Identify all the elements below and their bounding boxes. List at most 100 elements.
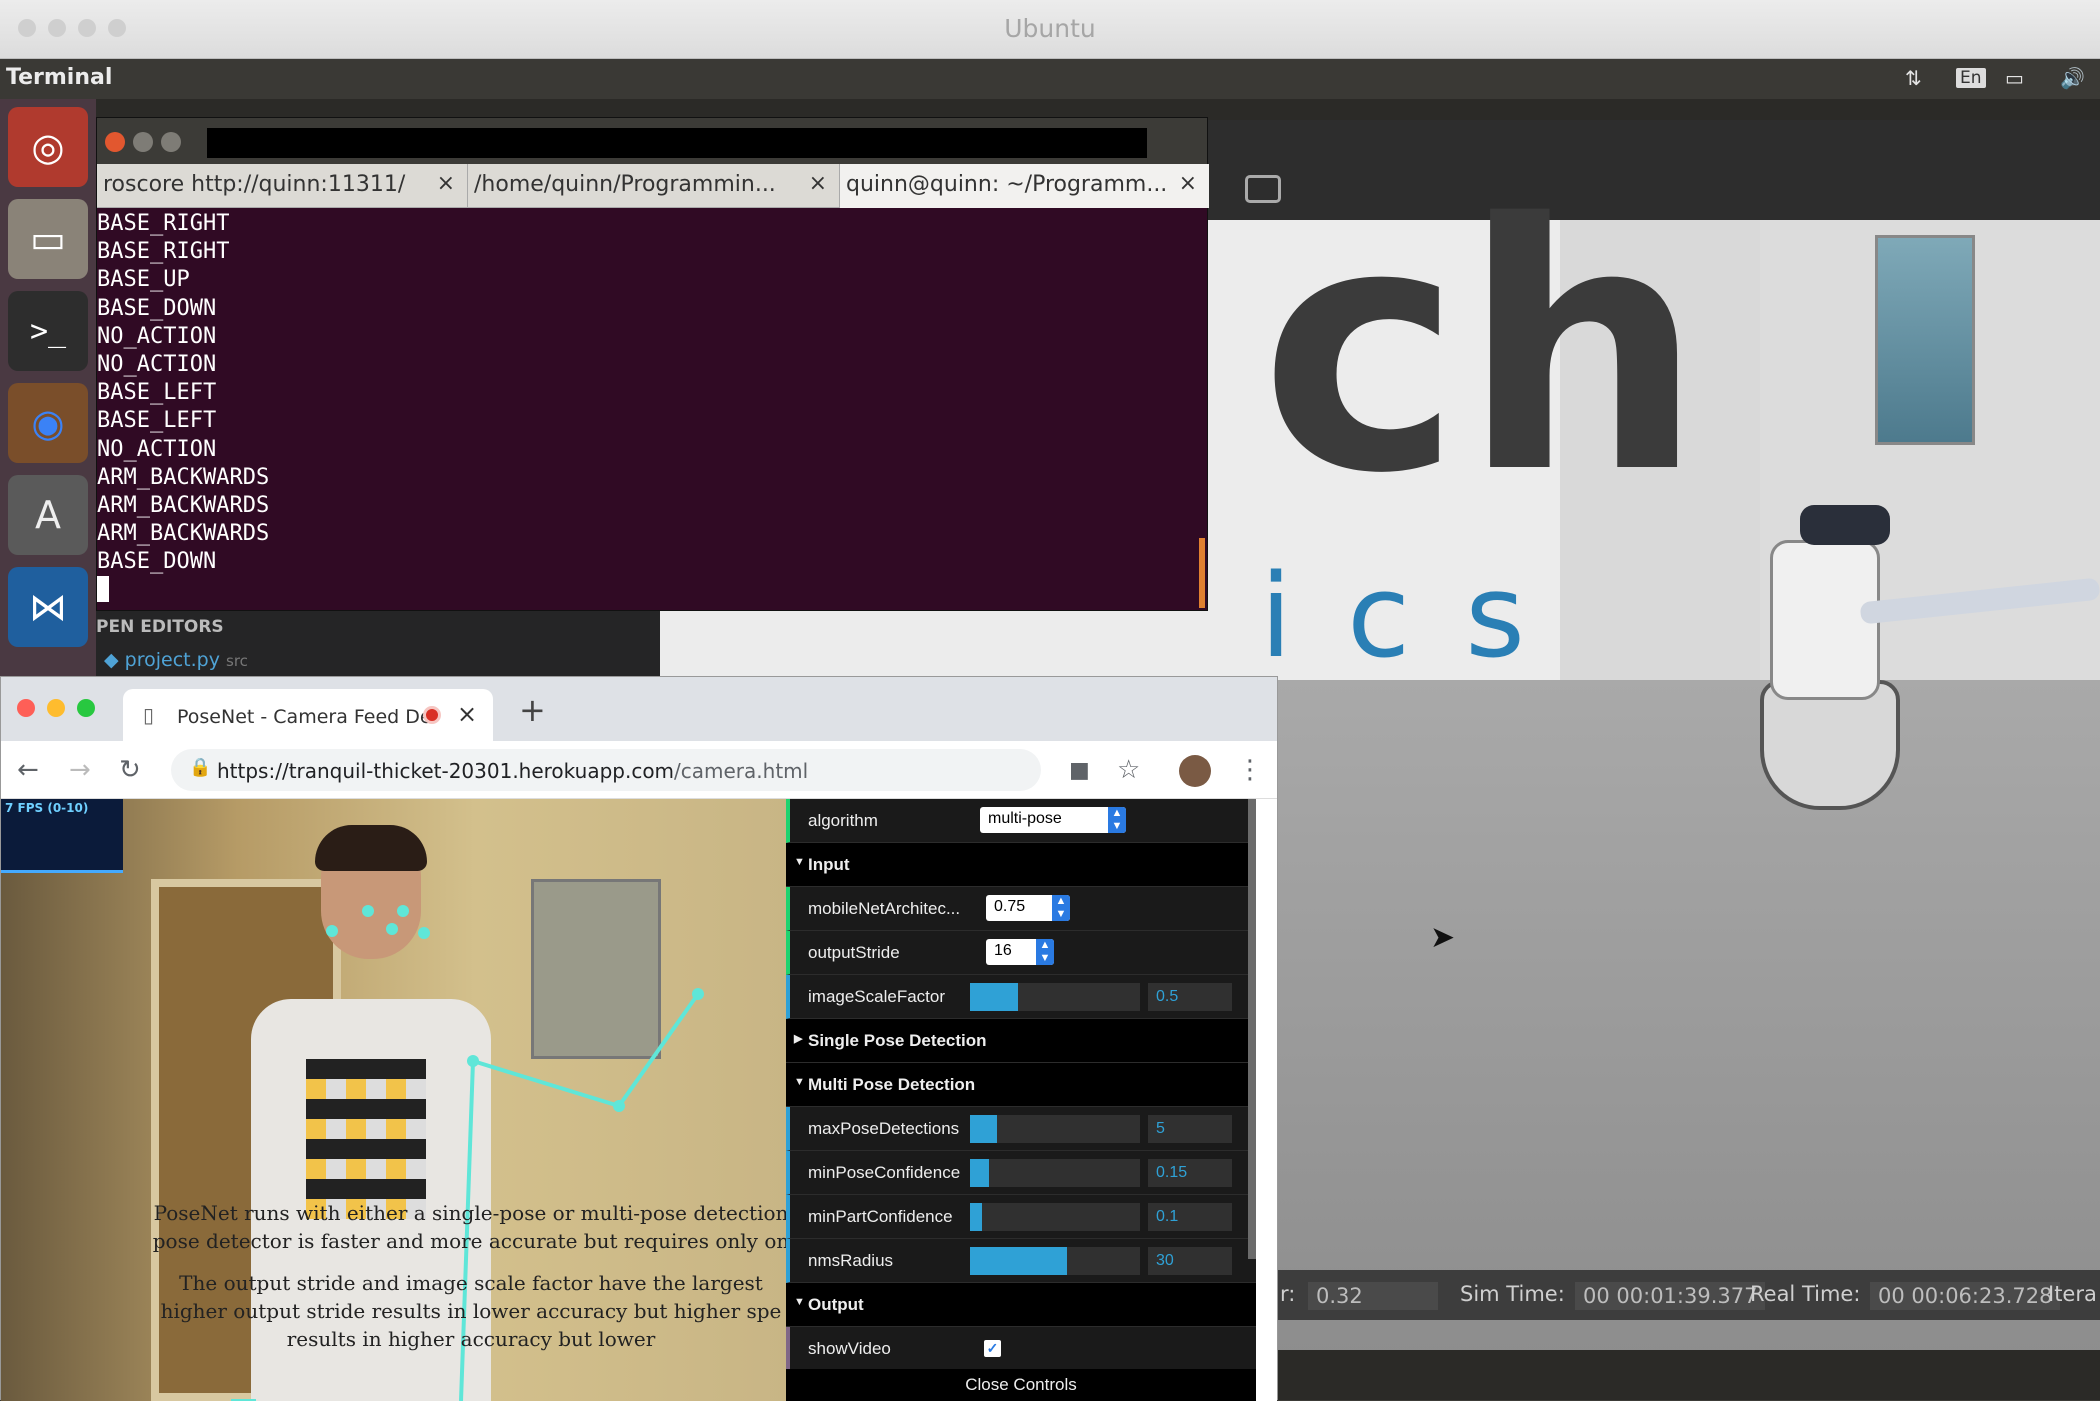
profile-avatar[interactable] — [1179, 755, 1211, 787]
mobilenet-value: 0.75 — [994, 898, 1026, 915]
forward-arrow-icon[interactable]: → — [69, 755, 91, 785]
iterations-label: Itera — [2048, 1282, 2097, 1306]
show-video-checkbox[interactable]: ✓ — [984, 1340, 1001, 1357]
robot-head — [1800, 505, 1890, 545]
terminal-window[interactable]: roscore http://quinn:11311/ × /home/quin… — [96, 117, 1209, 611]
folder-input-label: Input — [808, 855, 850, 874]
slider-fill — [970, 1115, 998, 1143]
slider-fill — [970, 1159, 989, 1187]
max-pose-slider[interactable] — [970, 1115, 1140, 1143]
max-pose-input[interactable]: 5 — [1148, 1115, 1232, 1143]
image-scale-input[interactable]: 0.5 — [1148, 983, 1232, 1011]
terminal-scrollbar[interactable] — [1199, 538, 1205, 608]
chrome-toolbar: ← → ↻ 🔒 https://tranquil-thicket-20301.h… — [1, 741, 1277, 799]
terminal-line: ARM_BACKWARDS — [97, 492, 270, 518]
mobilenet-select[interactable]: 0.75 ▲ ▼ — [986, 895, 1070, 921]
image-scale-row: imageScaleFactor 0.5 — [786, 975, 1256, 1019]
sim-time-value: 00 00:01:39.377 — [1575, 1282, 1766, 1310]
real-time-value: 00 00:06:23.728 — [1870, 1282, 2061, 1310]
select-arrows-icon: ▲ ▼ — [1036, 939, 1054, 965]
open-editor-item[interactable]: ◆ project.py src — [104, 649, 248, 671]
terminal-tab-home[interactable]: /home/quinn/Programmin... × — [467, 164, 839, 208]
nms-radius-input[interactable]: 30 — [1148, 1247, 1232, 1275]
algorithm-value: multi-pose — [988, 810, 1062, 827]
text-cursor — [97, 576, 109, 603]
terminal-minimize-button[interactable] — [133, 132, 153, 152]
address-bar[interactable]: 🔒 https://tranquil-thicket-20301.herokua… — [171, 749, 1041, 791]
keyboard-language-indicator[interactable]: En — [1956, 68, 1986, 88]
terminal-line: NO_ACTION — [97, 351, 217, 377]
folder-multi-pose[interactable]: ▼ Multi Pose Detection — [786, 1063, 1256, 1107]
algorithm-label: algorithm — [808, 811, 878, 830]
back-arrow-icon[interactable]: ← — [17, 755, 39, 785]
folder-multi-label: Multi Pose Detection — [808, 1075, 976, 1094]
chrome-minimize-button[interactable] — [47, 699, 65, 717]
min-pose-conf-input[interactable]: 0.15 — [1148, 1159, 1232, 1187]
software-updater-icon[interactable]: A — [8, 475, 88, 555]
new-tab-button[interactable]: + — [519, 691, 546, 729]
tab-label: /home/quinn/Programmin... — [474, 172, 776, 197]
show-video-row: showVideo ✓ — [786, 1327, 1256, 1371]
battery-icon[interactable]: ▭ — [2005, 66, 2024, 90]
folder-input[interactable]: ▼ Input — [786, 843, 1256, 887]
vscode-icon[interactable]: ⋈ — [8, 567, 88, 647]
terminal-tab-roscore[interactable]: roscore http://quinn:11311/ × — [97, 164, 467, 208]
chrome-tab-title: PoseNet - Camera Feed De — [177, 706, 432, 728]
terminal-icon[interactable]: >_ — [8, 291, 88, 371]
terminal-tab-active[interactable]: quinn@quinn: ~/Programm... × — [839, 164, 1209, 208]
description-line: pose detector is faster and more accurat… — [152, 1229, 790, 1253]
close-tab-icon[interactable]: × — [809, 171, 827, 196]
url-host: https://tranquil-thicket-20301.herokuapp… — [217, 759, 675, 783]
network-icon[interactable]: ⇅ — [1905, 66, 1922, 90]
terminal-close-button[interactable] — [105, 132, 125, 152]
algorithm-row: algorithm multi-pose ▲ ▼ — [786, 799, 1256, 843]
chrome-zoom-button[interactable] — [77, 699, 95, 717]
terminal-line: ARM_BACKWARDS — [97, 464, 270, 490]
camera-in-use-icon[interactable]: ■ — [1069, 758, 1090, 783]
algorithm-select[interactable]: multi-pose ▲ ▼ — [980, 807, 1126, 833]
output-stride-row: outputStride 16 ▲ ▼ — [786, 931, 1256, 975]
open-editor-path: src — [226, 652, 248, 670]
chrome-icon[interactable]: ◉ — [8, 383, 88, 463]
min-pose-conf-slider[interactable] — [970, 1159, 1140, 1187]
chrome-tab-posenet[interactable]: ▯ PoseNet - Camera Feed De × — [123, 689, 493, 741]
lock-icon: 🔒 — [189, 757, 212, 778]
chrome-close-button[interactable] — [17, 699, 35, 717]
skeleton-limb — [617, 992, 700, 1108]
file-manager-icon[interactable]: ▭ — [8, 199, 88, 279]
min-part-conf-row: minPartConfidence 0.1 — [786, 1195, 1256, 1239]
controls-scrollbar[interactable] — [1248, 799, 1256, 1259]
keypoint — [362, 905, 374, 917]
chrome-window[interactable]: ▯ PoseNet - Camera Feed De × + ← → ↻ 🔒 h… — [0, 676, 1278, 1401]
checkmark-icon: ✓ — [986, 1340, 999, 1356]
image-scale-slider[interactable] — [970, 983, 1140, 1011]
mac-window-titlebar: Ubuntu — [0, 0, 2100, 59]
close-tab-icon[interactable]: × — [457, 700, 477, 728]
close-tab-icon[interactable]: × — [437, 171, 455, 196]
slider-fill — [970, 1203, 982, 1231]
folder-single-pose[interactable]: ▶ Single Pose Detection — [786, 1019, 1256, 1063]
nms-radius-label: nmsRadius — [808, 1251, 894, 1270]
nms-radius-slider[interactable] — [970, 1247, 1140, 1275]
terminal-output[interactable]: BASE_RIGHT BASE_RIGHT BASE_UP BASE_DOWN … — [97, 210, 1207, 610]
reload-icon[interactable]: ↻ — [119, 755, 141, 785]
chrome-menu-icon[interactable]: ⋮ — [1237, 755, 1263, 785]
min-part-conf-input[interactable]: 0.1 — [1148, 1203, 1232, 1231]
python-file-icon: ◆ — [104, 649, 119, 671]
terminal-maximize-button[interactable] — [161, 132, 181, 152]
close-tab-icon[interactable]: × — [1179, 171, 1197, 196]
output-stride-select[interactable]: 16 ▲ ▼ — [986, 939, 1054, 965]
folder-output[interactable]: ▼ Output — [786, 1283, 1256, 1327]
ubuntu-dash-icon[interactable]: ◎ — [8, 107, 88, 187]
terminal-line: BASE_DOWN — [97, 295, 217, 321]
description-line: higher output stride results in lower ac… — [160, 1299, 782, 1323]
vscode-sidebar: PEN EDITORS ◆ project.py src — [96, 605, 666, 693]
close-controls-button[interactable]: Close Controls — [786, 1369, 1256, 1401]
bookmark-star-icon[interactable]: ☆ — [1117, 755, 1140, 785]
min-part-conf-slider[interactable] — [970, 1203, 1140, 1231]
keypoint — [326, 925, 338, 937]
image-scale-label: imageScaleFactor — [808, 987, 946, 1006]
slider-fill — [970, 983, 1018, 1011]
volume-icon[interactable]: 🔊 — [2060, 66, 2085, 90]
terminal-prompt[interactable] — [97, 576, 1207, 604]
